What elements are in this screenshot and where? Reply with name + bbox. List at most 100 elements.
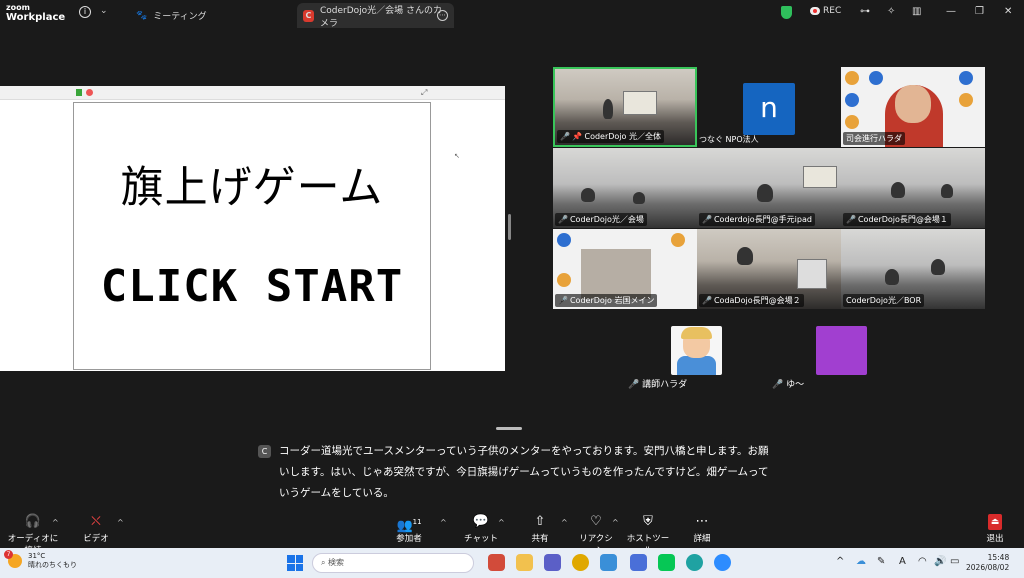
edge-icon[interactable]: [686, 554, 703, 571]
chat-button[interactable]: 💬 チャット: [464, 514, 498, 544]
chevron-up-icon[interactable]: ^: [440, 518, 447, 527]
mic-muted-icon: 🎤: [702, 215, 712, 224]
share-label: 共有: [531, 534, 549, 544]
participant-label: CodaDojo長門@会場２: [713, 296, 801, 305]
more-button[interactable]: ⋯ 詳細: [690, 514, 714, 544]
temperature: 31°C: [28, 552, 46, 560]
video-tile[interactable]: 🎤 CoderDojo 岩国メイン: [553, 229, 697, 309]
video-tile[interactable]: 🎤 Coderdojo長門@手元ipad: [697, 148, 841, 228]
participant-name: つなぐ NPO法人: [699, 135, 759, 144]
tab-meeting[interactable]: 🐾 ミーティング: [130, 3, 213, 28]
wifi-icon[interactable]: ◠: [918, 556, 927, 567]
video-tile[interactable]: 🎤 CodaDojo長門@会場２: [697, 229, 841, 309]
paw-icon: 🐾: [136, 10, 148, 21]
close-icon[interactable]: ✕: [1004, 6, 1012, 17]
mic-muted-icon: 🎤: [846, 215, 856, 224]
onedrive-icon[interactable]: ☁: [856, 556, 866, 567]
security-shield-icon[interactable]: [781, 6, 792, 19]
participants-button[interactable]: 👥11 参加者: [392, 514, 426, 544]
layout-icon[interactable]: ▥: [912, 6, 921, 17]
participants-glyph: 👥: [396, 518, 413, 534]
zoom-icon: C: [303, 9, 314, 22]
stop-icon[interactable]: [86, 89, 93, 96]
chevron-up-icon[interactable]: ^: [52, 518, 59, 527]
video-tile[interactable]: CoderDojo光／BOR: [841, 229, 985, 309]
more-icon: ⋯: [695, 514, 709, 529]
meeting-toolbar: 🎧 オーディオに接続 ^ ⛌ ビデオ ^ 👥11 参加者 ^ 💬 チャット ^ …: [0, 510, 1024, 556]
teams-icon[interactable]: [544, 554, 561, 571]
leave-icon: ⏏: [988, 514, 1002, 530]
video-tile[interactable]: 司会進行ハラダ: [841, 67, 985, 147]
participant-name: 🎤 Coderdojo長門@手元ipad: [699, 213, 815, 226]
more-icon[interactable]: ⋯: [437, 10, 448, 21]
windows-taskbar: 7 31°C 晴れのちくもり ⌕ 検索 ^ ☁ ✎ A ◠ 🔊 ▭ 15:48 …: [0, 548, 1024, 578]
app-icon[interactable]: [630, 554, 647, 571]
participants-count: 11: [412, 518, 422, 526]
participant-name: 🎤 📌 CoderDojo 光／全体: [557, 130, 664, 143]
effects-icon[interactable]: ✧: [887, 6, 895, 17]
share-button[interactable]: ⇧ 共有: [528, 514, 552, 544]
chrome-icon[interactable]: [572, 554, 589, 571]
shield-icon: ⛨: [643, 514, 653, 529]
clock[interactable]: 15:48 2026/08/02: [966, 553, 1009, 573]
news-app-icon[interactable]: [488, 554, 505, 571]
click-start-button[interactable]: CLICK START: [74, 261, 430, 312]
caption-speaker-badge: C: [258, 445, 271, 458]
taskbar-search[interactable]: ⌕ 検索: [312, 553, 474, 573]
participant-name: 🎤 CodaDojo長門@会場２: [699, 294, 804, 307]
search-icon: ⌕: [321, 558, 326, 567]
dock-icon[interactable]: ⊶: [860, 6, 870, 17]
start-button[interactable]: [287, 555, 303, 571]
participant-label: Coderdojo長門@手元ipad: [713, 215, 812, 224]
zoom-workplace-logo: zoom Workplace: [6, 3, 65, 23]
heart-icon: ♡: [590, 514, 602, 529]
chevron-up-icon[interactable]: ^: [561, 518, 568, 527]
chevron-up-icon[interactable]: ^: [612, 518, 619, 527]
pen-icon[interactable]: ✎: [877, 556, 885, 567]
rec-indicator[interactable]: REC: [810, 6, 841, 16]
leave-button[interactable]: ⏏ 退出: [983, 514, 1007, 544]
tray-overflow-icon[interactable]: ^: [836, 556, 844, 567]
chat-label: チャット: [464, 534, 498, 544]
green-flag-icon[interactable]: [76, 89, 82, 96]
info-icon[interactable]: i: [79, 6, 91, 18]
fullscreen-icon[interactable]: ⤢: [421, 88, 427, 98]
participant-label: CoderDojo長門@会場１: [857, 215, 948, 224]
chevron-up-icon[interactable]: ^: [498, 518, 505, 527]
restore-icon[interactable]: ❐: [975, 6, 984, 17]
scratch-toolbar: ⤢: [0, 86, 505, 100]
volume-icon[interactable]: 🔊: [934, 556, 946, 567]
chevron-up-icon[interactable]: ^: [117, 518, 124, 527]
share-icon: ⇧: [534, 514, 546, 529]
video-tile[interactable]: 🎤 📌 CoderDojo 光／全体: [553, 67, 697, 147]
video-off-icon: ⛌: [91, 514, 101, 529]
participant-avatar-yu[interactable]: [816, 326, 867, 375]
tab-camera-label: CoderDojo光／会場 さんのカメラ: [319, 5, 443, 29]
video-button[interactable]: ⛌ ビデオ: [80, 514, 112, 544]
weather-widget[interactable]: 7 31°C 晴れのちくもり: [4, 550, 77, 570]
video-tile[interactable]: 🎤 CoderDojo光／会場: [553, 148, 697, 228]
time: 15:48: [987, 553, 1010, 562]
participant-label: ゆ〜: [786, 380, 805, 390]
participant-name: CoderDojo光／BOR: [843, 294, 925, 307]
participant-avatar-n[interactable]: n: [743, 83, 795, 135]
file-explorer-icon[interactable]: [516, 554, 533, 571]
tab-camera[interactable]: C CoderDojo光／会場 さんのカメラ ⋯: [297, 3, 454, 29]
chevron-down-icon[interactable]: ⌄: [100, 6, 108, 16]
game-stage[interactable]: 旗上げゲーム CLICK START: [73, 102, 431, 370]
shared-screen[interactable]: ⤢ 旗上げゲーム CLICK START ↖: [0, 86, 505, 371]
participant-name: 🎤 CoderDojo 岩国メイン: [555, 294, 658, 307]
caption-drag-handle[interactable]: [496, 427, 522, 430]
battery-icon[interactable]: ▭: [950, 556, 959, 567]
split-view-handle[interactable]: [508, 214, 511, 240]
line-icon[interactable]: [658, 554, 675, 571]
video-tile[interactable]: 🎤 CoderDojo長門@会場１: [841, 148, 985, 228]
more-label: 詳細: [693, 534, 711, 544]
store-icon[interactable]: [600, 554, 617, 571]
participant-label: CoderDojo 光／全体: [584, 132, 661, 141]
language-icon[interactable]: A: [899, 556, 906, 567]
mic-muted-icon: 🎤: [772, 380, 784, 390]
minimize-icon[interactable]: —: [946, 6, 956, 17]
zoom-taskbar-icon[interactable]: [714, 554, 731, 571]
participant-avatar-harada[interactable]: [671, 326, 722, 375]
